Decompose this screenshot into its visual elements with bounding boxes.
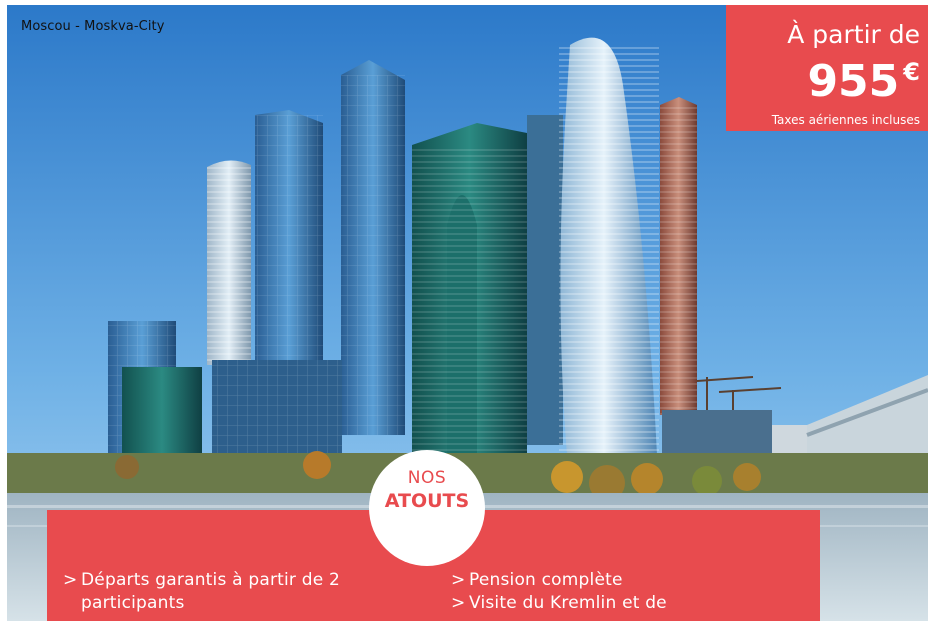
price-badge: À partir de 955 € Taxes aériennes incluse…: [726, 5, 928, 131]
tour-card: Moscou - Moskva-City À partir de 955 € Ta…: [7, 5, 928, 621]
highlight-text: Pension complète: [469, 570, 623, 590]
photo-caption: Moscou - Moskva-City: [21, 19, 165, 34]
highlight-item: > Pension complète: [451, 569, 667, 592]
atouts-badge: NOS ATOUTS: [369, 450, 485, 566]
highlight-item: > Départs garantis à partir de 2 partici…: [63, 569, 351, 615]
price-note: Taxes aériennes incluses: [771, 113, 920, 127]
highlight-text: Visite du Kremlin et de: [469, 593, 667, 613]
bullet-arrow-icon: >: [451, 570, 466, 590]
price-prefix: À partir de: [787, 20, 920, 49]
highlights-left-column: > Départs garantis à partir de 2 partici…: [63, 569, 351, 615]
highlight-item: > Visite du Kremlin et de: [451, 592, 667, 615]
highlight-text: Départs garantis à partir de 2 participa…: [81, 570, 340, 613]
price-amount: 955: [807, 56, 900, 107]
atouts-heading-top: NOS: [407, 468, 447, 488]
price-currency: €: [903, 58, 920, 86]
price-row: 955 €: [726, 50, 920, 113]
bullet-arrow-icon: >: [451, 593, 466, 613]
highlights-right-column: > Pension complète > Visite du Kremlin e…: [451, 569, 667, 615]
atouts-heading-bottom: ATOUTS: [384, 490, 470, 512]
bullet-arrow-icon: >: [63, 570, 78, 590]
